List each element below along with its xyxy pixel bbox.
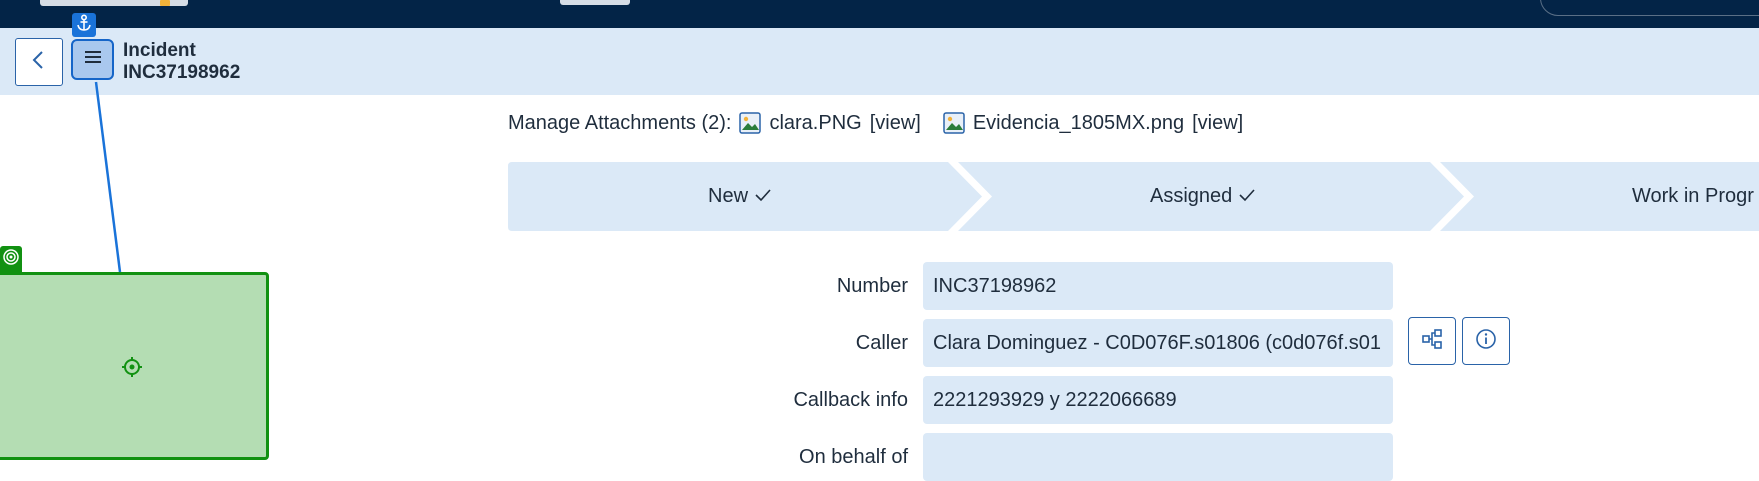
target-icon [2,248,20,271]
global-search-input[interactable] [1540,0,1759,16]
show-related-records-button[interactable] [1408,317,1456,365]
callback-info-field[interactable]: 2221293929 y 2222066689 [923,376,1393,424]
checkmark-icon [1238,185,1256,207]
process-flow: New Assigned Work in Progr [508,162,1759,231]
stage-label: Work in Progr [1632,185,1754,207]
number-label: Number [836,275,908,297]
crosshair-icon [121,356,143,383]
stage-label: New [708,185,749,207]
attachment-view-link[interactable]: [view] [1192,111,1243,135]
image-file-icon [943,112,965,134]
stage-assigned: Assigned [1150,184,1256,208]
callback-info-label: Callback info [793,389,908,411]
target-marker [0,246,22,272]
on-behalf-of-label: On behalf of [799,446,908,468]
attachments-bar: Manage Attachments (2): clara.PNG [view]… [508,111,1243,135]
attachment-view-link[interactable]: [view] [870,111,921,135]
stage-label: Assigned [1150,185,1233,207]
attachment-name[interactable]: Evidencia_1805MX.png [973,111,1184,135]
on-behalf-of-field[interactable] [923,433,1393,481]
number-field[interactable]: INC37198962 [923,262,1393,310]
attachment-name[interactable]: clara.PNG [769,111,861,135]
info-icon [1475,328,1497,355]
hierarchy-icon [1421,328,1443,354]
preview-record-button[interactable] [1462,317,1510,365]
stage-new: New [708,184,772,208]
target-region[interactable] [0,272,269,460]
checkmark-icon [754,185,772,207]
stage-work-in-progress: Work in Progr [1632,184,1754,208]
manage-attachments-link[interactable]: Manage Attachments (2): [508,111,731,135]
caller-field[interactable]: Clara Dominguez - C0D076F.s01806 (c0d076… [923,319,1393,367]
caller-label: Caller [855,332,908,354]
image-file-icon [739,112,762,134]
nav-title-fragment [560,0,640,5]
